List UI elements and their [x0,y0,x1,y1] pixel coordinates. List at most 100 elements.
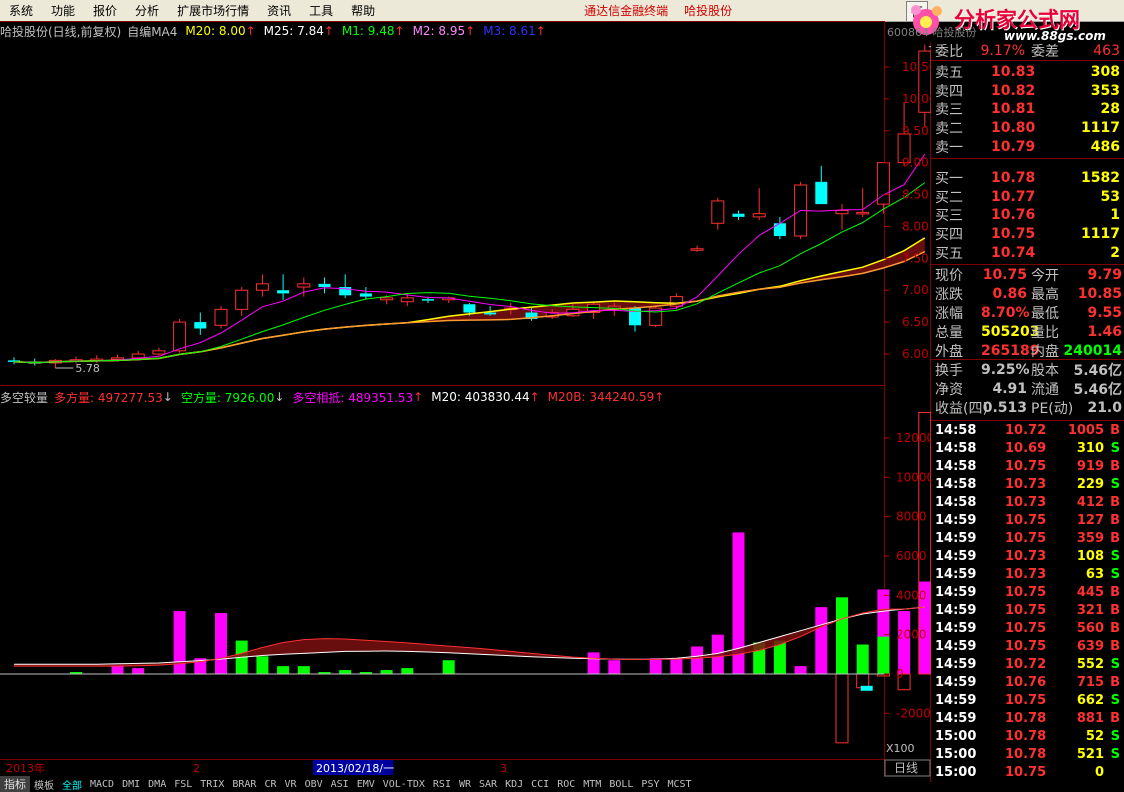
tick-price: 10.75 [1005,639,1047,654]
buy-price: 10.75 [991,226,1036,243]
buy-label: 买二 [935,189,963,206]
volume-axis-label: 10000 [896,470,931,484]
x-axis-month: 3 [500,762,507,775]
volume-bar-long [670,658,683,674]
stat-label: 股本 [1031,363,1059,379]
candle-up [400,297,414,303]
sell-price: 10.82 [991,82,1036,99]
low-label: 5.78 [75,362,100,375]
indicator-tab[interactable]: SAR [475,779,501,790]
tick-bs-flag: B [1110,639,1120,654]
indicator-tab[interactable]: 模板 [30,777,58,792]
stat-label: 涨幅 [935,306,963,322]
tick-bs-flag: B [1110,621,1120,636]
indicator-tab[interactable]: MTM [579,779,605,790]
indicator-tab[interactable]: DMI [118,779,144,790]
indicator-tab[interactable]: TRIX [196,779,228,790]
tick-price: 10.73 [1005,567,1047,582]
chart-frame [0,21,931,782]
indicator-tab[interactable]: WR [455,779,475,790]
indicator-tab[interactable]: BOLL [605,779,637,790]
indicator-tab[interactable]: ROC [553,779,579,790]
stat-value: 10.75 [982,267,1027,283]
stat-value: 10.85 [1077,286,1122,302]
sell-row: 卖二 10.80 1117 [931,119,1124,137]
candle-down [815,181,828,205]
tick-price: 10.78 [1005,729,1047,744]
tick-price: 10.73 [1005,477,1047,492]
tick-time: 14:59 [935,675,977,690]
candle-down [773,223,786,237]
indicator-tab[interactable]: ASI [327,779,353,790]
volume-ma-band [14,607,925,667]
stat-label: 净资 [935,382,963,398]
price-axis-label: 9.50 [902,124,929,138]
indicator-tab[interactable]: CR [260,779,280,790]
sell-label: 卖三 [935,102,963,119]
tick-time: 14:59 [935,567,977,582]
volume-axis-label: 6000 [896,549,927,563]
stat-value: 505203 [981,324,1040,340]
indicator-tab[interactable]: BRAR [228,779,260,790]
x-axis-year: 2013年 [6,761,45,775]
sell-volume: 486 [1090,138,1120,155]
ma-m1-line [13,153,926,364]
stat-value: 240014 [1063,343,1122,359]
buy-price: 10.74 [991,244,1036,261]
tick-row: 14:59 10.78 881 B [931,711,1124,729]
tick-time: 15:00 [935,765,977,780]
tick-bs-flag: S [1110,549,1120,564]
price-axis-label: 8.00 [902,219,929,233]
chart-area[interactable]: 10.50 10.00 9.50 9.00 8.50 8.00 7.50 7.00 6.50 6.… [0,0,931,791]
tick-time: 14:58 [935,477,977,492]
sell-price: 10.79 [991,138,1036,155]
stat-label: 最低 [1031,306,1059,322]
volume-bar-long [587,652,600,674]
indicator-tab[interactable]: MCST [663,779,695,790]
tick-price: 10.75 [1005,603,1047,618]
tick-bs-flag: S [1110,477,1120,492]
stat-row: 涨幅 8.70% 最低 9.55 [931,304,1124,322]
price-axis-label: 7.50 [902,251,929,265]
buy-row: 买一 10.78 1582 [931,169,1124,187]
tick-row: 14:59 10.75 639 B [931,639,1124,657]
indicator-tab[interactable]: FSL [170,779,196,790]
tick-volume: 1005 [1067,423,1104,438]
indicator-tab[interactable]: OBV [301,779,327,790]
volume-lines [14,606,925,667]
indicator-tab[interactable]: DMA [144,779,170,790]
stat-label: 内盘 [1031,344,1059,360]
indicator-tab[interactable]: MACD [86,779,118,790]
indicator-tab[interactable]: PSY [637,779,663,790]
candle-up [856,211,870,215]
indicator-tab[interactable]: 指标 [0,776,30,792]
volume-bar-negative [835,673,849,744]
sell-volume: 308 [1090,64,1120,80]
sell-volume: 28 [1100,101,1120,118]
tick-volume: 552 [1076,657,1104,672]
tick-time: 14:59 [935,603,977,618]
tick-row: 14:59 10.72 552 S [931,657,1124,675]
buy-price: 10.77 [991,188,1036,205]
sell-label: 卖四 [935,83,963,100]
tick-time: 14:59 [935,513,977,528]
indicator-tab[interactable]: VR [281,779,301,790]
indicator-tab[interactable]: CCI [527,779,553,790]
indicator-tab[interactable]: 全部 [58,777,86,792]
stat-label: 最高 [1031,287,1059,303]
indicator-tab[interactable]: VOL-TDX [379,779,429,790]
price-axis-label: 6.50 [902,315,929,329]
indicator-tab[interactable]: KDJ [501,779,527,790]
tick-bs-flag: S [1110,567,1120,582]
stat-value: 4.91 [992,381,1027,397]
quote-divider [931,158,1124,159]
tick-volume: 560 [1076,621,1104,636]
volume-bar-short [297,666,310,674]
candle-up [173,321,187,352]
sell-row: 卖一 10.79 486 [931,138,1124,156]
indicator-tab[interactable]: EMV [353,779,379,790]
candle-up [835,210,849,215]
tick-row: 14:59 10.75 321 B [931,603,1124,621]
indicator-tab[interactable]: RSI [429,779,455,790]
stat-row: 外盘 265189 内盘 240014 [931,342,1124,360]
